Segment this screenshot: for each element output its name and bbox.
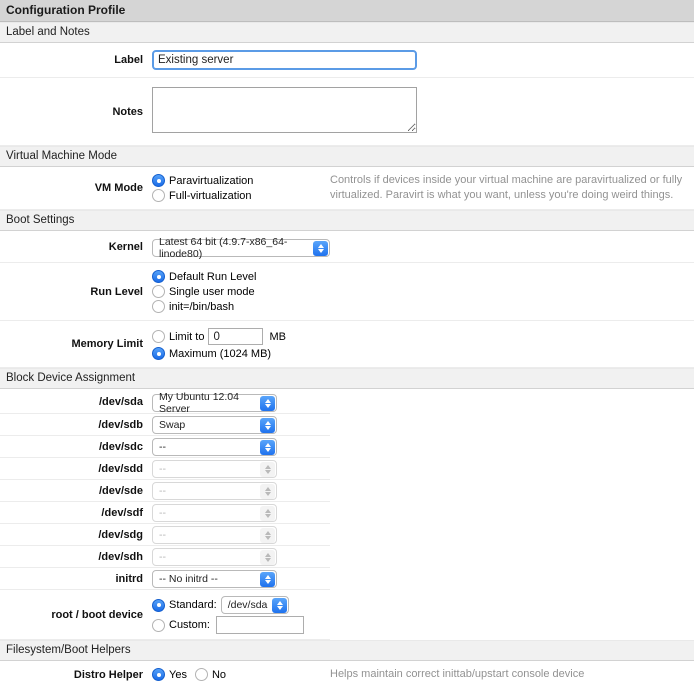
radio-checked-icon xyxy=(152,270,165,283)
radio-init-bin-bash[interactable]: init=/bin/bash xyxy=(152,300,256,313)
select-stepper-icon xyxy=(313,241,328,256)
select-stepper-icon xyxy=(260,440,275,455)
select-stepper-icon xyxy=(260,484,275,499)
dev-sdg-select[interactable]: -- xyxy=(152,526,277,544)
label-input[interactable] xyxy=(152,50,417,70)
radio-root-custom[interactable]: Custom: xyxy=(152,619,210,632)
radio-limit-to[interactable]: Limit to xyxy=(152,330,204,343)
section-label-and-notes: Label and Notes xyxy=(0,22,694,43)
label-field-label: Label xyxy=(0,54,148,66)
dev-sda-select[interactable]: My Ubuntu 12.04 Server xyxy=(152,394,277,412)
radio-unchecked-icon xyxy=(152,285,165,298)
dev-sdc-label: /dev/sdc xyxy=(0,441,148,453)
vm-mode-label: VM Mode xyxy=(0,182,148,194)
page-title: Configuration Profile xyxy=(0,0,694,22)
root-device-select[interactable]: /dev/sda xyxy=(221,596,289,614)
select-stepper-icon xyxy=(260,462,275,477)
radio-unchecked-icon xyxy=(152,619,165,632)
memory-limit-label: Memory Limit xyxy=(0,338,148,350)
notes-textarea[interactable] xyxy=(152,87,417,133)
select-stepper-icon xyxy=(260,396,275,411)
select-stepper-icon xyxy=(260,418,275,433)
notes-field-label: Notes xyxy=(0,106,148,118)
distro-helper-help-text: Helps maintain correct inittab/upstart c… xyxy=(330,665,688,682)
section-virtual-machine-mode: Virtual Machine Mode xyxy=(0,146,694,167)
dev-sdf-label: /dev/sdf xyxy=(0,507,148,519)
dev-sdg-label: /dev/sdg xyxy=(0,529,148,541)
radio-default-run-level[interactable]: Default Run Level xyxy=(152,270,256,283)
section-boot-settings: Boot Settings xyxy=(0,210,694,231)
section-filesystem-boot-helpers: Filesystem/Boot Helpers xyxy=(0,640,694,661)
memory-unit-label: MB xyxy=(269,331,286,343)
custom-root-device-input[interactable] xyxy=(216,616,304,634)
kernel-select[interactable]: Latest 64 bit (4.9.7-x86_64-linode80) xyxy=(152,239,330,257)
radio-unchecked-icon xyxy=(195,668,208,681)
radio-checked-icon xyxy=(152,347,165,360)
memory-limit-input[interactable] xyxy=(208,328,263,345)
radio-single-user-mode[interactable]: Single user mode xyxy=(152,285,256,298)
initrd-label: initrd xyxy=(0,573,148,585)
radio-unchecked-icon xyxy=(152,330,165,343)
run-level-label: Run Level xyxy=(0,286,148,298)
select-stepper-icon xyxy=(260,506,275,521)
dev-sdh-select[interactable]: -- xyxy=(152,548,277,566)
select-stepper-icon xyxy=(260,550,275,565)
select-stepper-icon xyxy=(260,528,275,543)
select-stepper-icon xyxy=(260,572,275,587)
vm-mode-help-text: Controls if devices inside your virtual … xyxy=(330,171,688,205)
configuration-profile-page: Configuration Profile Label and Notes La… xyxy=(0,0,694,682)
radio-paravirtualization[interactable]: Paravirtualization xyxy=(152,174,322,187)
dev-sda-label: /dev/sda xyxy=(0,396,148,408)
initrd-select[interactable]: -- No initrd -- xyxy=(152,570,277,588)
dev-sdc-select[interactable]: -- xyxy=(152,438,277,456)
distro-helper-no-radio[interactable]: No xyxy=(195,668,226,681)
radio-root-standard[interactable]: Standard: xyxy=(152,599,217,612)
radio-checked-icon xyxy=(152,599,165,612)
radio-checked-icon xyxy=(152,668,165,681)
radio-full-virtualization[interactable]: Full-virtualization xyxy=(152,189,322,202)
dev-sdh-label: /dev/sdh xyxy=(0,551,148,563)
radio-checked-icon xyxy=(152,174,165,187)
dev-sdb-label: /dev/sdb xyxy=(0,419,148,431)
dev-sdf-select[interactable]: -- xyxy=(152,504,277,522)
kernel-label: Kernel xyxy=(0,241,148,253)
distro-helper-label: Distro Helper xyxy=(0,669,148,681)
radio-maximum-memory[interactable]: Maximum (1024 MB) xyxy=(152,347,278,360)
dev-sdb-select[interactable]: Swap xyxy=(152,416,277,434)
distro-helper-yes-radio[interactable]: Yes xyxy=(152,668,187,681)
dev-sde-label: /dev/sde xyxy=(0,485,148,497)
dev-sdd-select[interactable]: -- xyxy=(152,460,277,478)
radio-unchecked-icon xyxy=(152,189,165,202)
dev-sde-select[interactable]: -- xyxy=(152,482,277,500)
dev-sdd-label: /dev/sdd xyxy=(0,463,148,475)
root-boot-device-label: root / boot device xyxy=(0,609,148,621)
radio-unchecked-icon xyxy=(152,300,165,313)
section-block-device-assignment: Block Device Assignment xyxy=(0,368,694,389)
select-stepper-icon xyxy=(272,598,287,613)
